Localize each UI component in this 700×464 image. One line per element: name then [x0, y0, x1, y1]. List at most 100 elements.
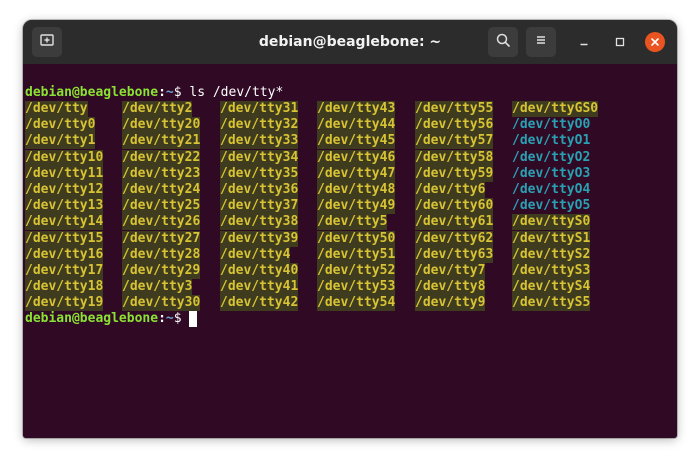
device-entry: /dev/ttyS5	[512, 295, 591, 312]
device-entry: /dev/tty45	[317, 133, 396, 150]
device-entry: /dev/tty41	[220, 279, 299, 296]
prompt-user-host: debian@beaglebone	[25, 85, 159, 100]
device-entry: /dev/tty60	[415, 198, 494, 215]
device-entry: /dev/tty18	[25, 279, 104, 296]
device-entry: /dev/tty50	[317, 230, 396, 247]
close-button[interactable]	[645, 32, 665, 52]
device-entry: /dev/tty8	[415, 279, 486, 296]
terminal-area[interactable]: debian@beaglebone:~$ ls /dev/tty* /dev/t…	[23, 64, 677, 438]
device-entry: /dev/tty44	[317, 117, 396, 134]
maximize-icon	[614, 33, 626, 52]
device-entry: /dev/ttyO4	[512, 182, 591, 197]
device-entry: /dev/tty21	[122, 133, 201, 150]
device-entry: /dev/ttyO1	[512, 133, 591, 149]
device-entry: /dev/tty35	[220, 165, 299, 182]
device-entry: /dev/tty62	[415, 230, 494, 247]
menu-button[interactable]	[526, 27, 556, 57]
device-entry: /dev/tty24	[122, 182, 201, 198]
close-icon	[649, 33, 661, 52]
device-entry: /dev/tty49	[317, 198, 396, 215]
prompt-colon: :	[158, 311, 166, 326]
minimize-button[interactable]	[574, 32, 594, 52]
device-entry: /dev/tty39	[220, 230, 299, 247]
command-text: ls /dev/tty*	[189, 85, 284, 100]
device-entry: /dev/tty33	[220, 133, 299, 150]
device-entry: /dev/tty7	[415, 263, 486, 279]
device-entry: /dev/ttyS4	[512, 279, 591, 296]
device-entry: /dev/tty28	[122, 246, 201, 263]
new-tab-button[interactable]	[32, 27, 62, 57]
prompt-symbol: $	[173, 311, 190, 326]
device-entry: /dev/tty9	[415, 295, 486, 312]
hamburger-menu-icon	[533, 32, 549, 52]
device-entry: /dev/tty15	[25, 230, 104, 247]
device-entry: /dev/tty2	[122, 101, 193, 117]
device-entry: /dev/tty43	[317, 101, 396, 117]
device-entry: /dev/tty20	[122, 117, 201, 134]
device-entry: /dev/ttyS0	[512, 214, 591, 231]
device-entry: /dev/tty16	[25, 246, 104, 263]
device-entry: /dev/tty6	[415, 182, 486, 198]
prompt-user-host: debian@beaglebone	[25, 311, 159, 326]
device-entry: /dev/tty38	[220, 214, 299, 231]
title-bar[interactable]: debian@beaglebone: ~	[23, 20, 677, 64]
minimize-icon	[578, 33, 590, 52]
device-entry: /dev/tty59	[415, 165, 494, 182]
device-entry: /dev/tty53	[317, 279, 396, 296]
device-entry: /dev/tty54	[317, 295, 396, 312]
device-entry: /dev/tty3	[122, 279, 193, 296]
device-entry: /dev/tty37	[220, 198, 299, 215]
device-entry: /dev/tty19	[25, 295, 104, 312]
device-entry: /dev/tty46	[317, 149, 396, 166]
device-entry: /dev/tty13	[25, 198, 104, 215]
prompt-symbol: $	[173, 85, 190, 100]
device-entry: /dev/tty47	[317, 165, 396, 182]
device-entry: /dev/tty55	[415, 101, 494, 117]
device-entry: /dev/tty31	[220, 101, 299, 117]
device-entry: /dev/ttyS2	[512, 246, 591, 263]
device-entry: /dev/tty30	[122, 295, 201, 312]
device-entry: /dev/tty27	[122, 230, 201, 247]
device-entry: /dev/tty63	[415, 246, 494, 263]
device-entry: /dev/tty17	[25, 263, 104, 279]
maximize-button[interactable]	[610, 32, 630, 52]
device-entry: /dev/tty5	[317, 214, 388, 231]
device-entry: /dev/tty0	[25, 117, 96, 134]
device-entry: /dev/tty52	[317, 263, 396, 279]
prompt-path: ~	[165, 311, 174, 326]
device-entry: /dev/tty32	[220, 117, 299, 134]
device-entry: /dev/ttyO3	[512, 165, 591, 181]
new-tab-icon	[39, 32, 55, 52]
device-entry: /dev/tty4	[220, 246, 291, 263]
device-entry: /dev/tty57	[415, 133, 494, 150]
device-entry: /dev/tty	[25, 101, 88, 117]
device-entry: /dev/tty12	[25, 182, 104, 198]
device-entry: /dev/tty23	[122, 165, 201, 182]
device-entry: /dev/tty11	[25, 165, 104, 182]
active-prompt-line[interactable]: debian@beaglebone:~$	[25, 311, 198, 327]
device-entry: /dev/tty14	[25, 214, 104, 231]
prompt-colon: :	[158, 85, 166, 100]
device-entry: /dev/ttyO2	[512, 149, 591, 165]
device-entry: /dev/tty51	[317, 246, 396, 263]
device-entry: /dev/tty29	[122, 263, 201, 279]
terminal-window: debian@beaglebone: ~ debian@beaglebone:~…	[23, 20, 677, 438]
device-entry: /dev/tty42	[220, 295, 299, 312]
device-entry: /dev/tty10	[25, 149, 104, 166]
device-entry: /dev/ttyO5	[512, 198, 591, 214]
device-entry: /dev/ttyS3	[512, 263, 591, 279]
prompt-path: ~	[165, 85, 174, 100]
device-entry: /dev/tty25	[122, 198, 201, 215]
search-icon	[495, 32, 511, 52]
device-entry: /dev/tty22	[122, 149, 201, 166]
device-entry: /dev/tty40	[220, 263, 299, 279]
device-entry: /dev/ttyS1	[512, 230, 591, 247]
device-entry: /dev/tty61	[415, 214, 494, 231]
device-entry: /dev/tty36	[220, 182, 299, 198]
device-entry: /dev/tty58	[415, 149, 494, 166]
device-entry: /dev/tty56	[415, 117, 494, 134]
device-entry: /dev/tty26	[122, 214, 201, 231]
device-entry: /dev/tty34	[220, 149, 299, 166]
search-button[interactable]	[488, 27, 518, 57]
device-entry: /dev/tty48	[317, 182, 396, 198]
